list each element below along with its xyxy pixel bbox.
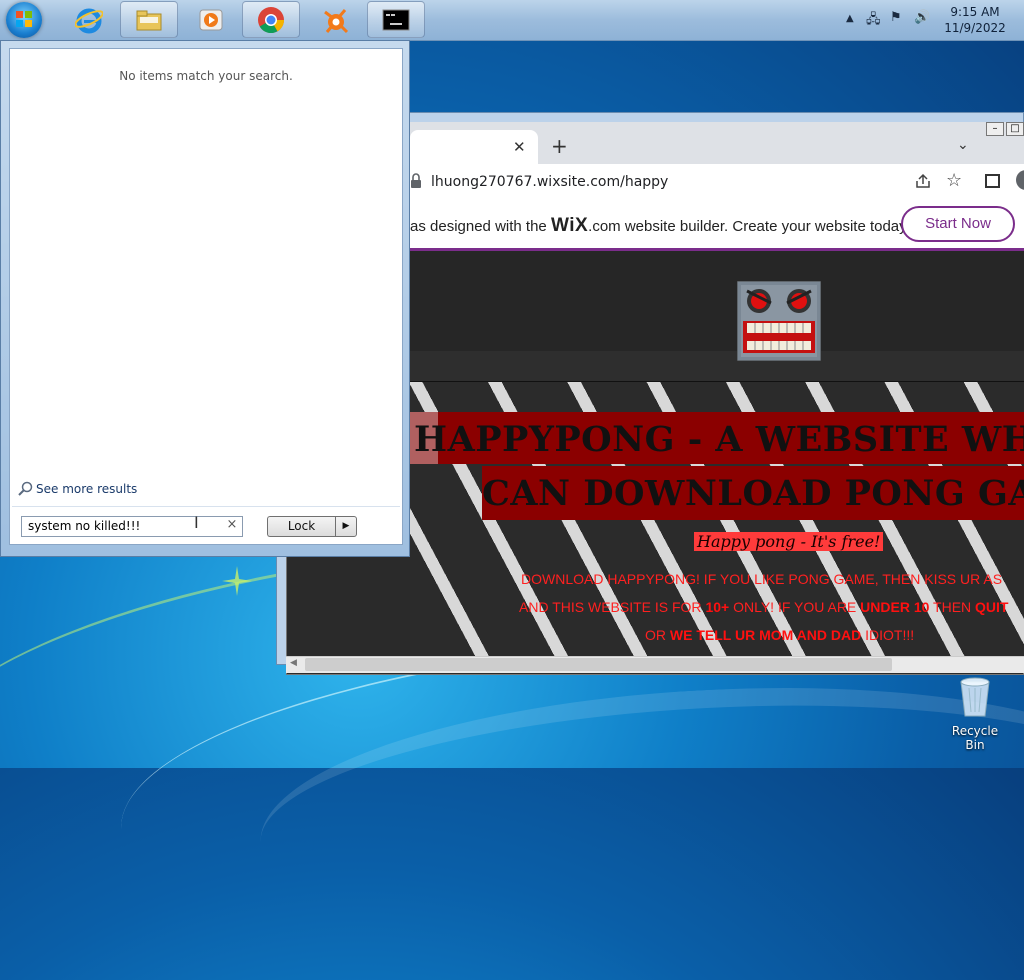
lock-icon[interactable] [410, 173, 422, 189]
site-title-line1: HAPPYPONG - A WEBSITE WHER [414, 419, 1024, 460]
start-menu: No items match your search. See more res… [0, 40, 410, 557]
recycle-bin-icon [960, 677, 990, 717]
maximize-icon[interactable]: □ [1006, 122, 1024, 136]
website-content: HAPPYPONG - A WEBSITE WHER CAN DOWNLOAD … [410, 251, 1024, 657]
share-icon[interactable] [914, 172, 932, 190]
shutdown-options-arrow-icon[interactable]: ▶ [335, 516, 357, 537]
text-cursor-icon: I [194, 513, 199, 532]
chrome-icon [258, 7, 285, 34]
folder-icon [136, 10, 162, 31]
wallpaper-sparkle [222, 566, 252, 596]
angry-face-image [737, 281, 821, 361]
site-text-line1: DOWNLOAD HAPPYPONG! IF YOU LIKE PONG GAM… [521, 571, 1003, 587]
start-now-button[interactable]: Start Now [901, 206, 1015, 242]
tab-close-icon[interactable]: ✕ [513, 138, 526, 156]
site-subtitle: Happy pong - It's free! [694, 532, 884, 551]
wix-banner-text: as designed with the WiX.com website bui… [410, 215, 910, 236]
system-tray: ▲ 🖧 ⚑ 🔊 [842, 10, 942, 30]
no-results-message: No items match your search. [119, 69, 293, 83]
wix-logo: WiX [550, 215, 589, 236]
tab-search-chevron-icon[interactable]: ⌄ [957, 137, 969, 153]
start-search-input[interactable]: system no killed!!! [21, 516, 243, 537]
scrollbar-thumb[interactable] [305, 658, 892, 671]
clear-search-icon[interactable]: × [225, 517, 239, 535]
taskbar-google-chrome[interactable] [242, 1, 300, 38]
lock-button[interactable]: Lock [267, 516, 335, 537]
avast-icon [324, 9, 349, 34]
windows-logo-icon [16, 11, 32, 27]
taskbar-file-explorer[interactable] [120, 1, 178, 38]
command-prompt-icon [382, 9, 410, 31]
internet-explorer-icon [75, 8, 103, 34]
scroll-left-arrow-icon[interactable]: ◀ [290, 658, 297, 668]
clock-time: 9:15 AM [950, 5, 1000, 19]
window-controls: – □ [986, 122, 1024, 138]
divider [12, 506, 400, 507]
recycle-bin-label: Recycle Bin [951, 724, 999, 752]
start-menu-results-pane: No items match your search. See more res… [9, 48, 403, 545]
site-text-line2: AND THIS WEBSITE IS FOR 10+ ONLY! IF YOU… [519, 599, 1009, 615]
taskbar-media-player[interactable] [182, 1, 240, 38]
new-tab-icon[interactable]: + [551, 134, 568, 158]
dark-ledge [410, 351, 1024, 382]
clock-date: 11/9/2022 [944, 21, 1006, 35]
taskbar-internet-explorer[interactable] [60, 1, 118, 38]
action-center-flag-icon[interactable]: ⚑ [890, 10, 902, 25]
site-text-line3: OR WE TELL UR MOM AND DAD IDIOT!!! [645, 627, 915, 643]
minimize-icon[interactable]: – [986, 122, 1004, 136]
site-title-line2: CAN DOWNLOAD PONG GAM [482, 473, 1024, 514]
bookmark-star-icon[interactable]: ☆ [946, 170, 962, 191]
taskbar-command-prompt[interactable] [367, 1, 425, 38]
media-player-icon [199, 9, 223, 31]
address-bar[interactable]: lhuong270767.wixsite.com/happy [431, 174, 668, 190]
taskbar-avast[interactable] [306, 1, 364, 38]
side-panel-icon[interactable] [985, 174, 1000, 188]
taskbar-clock[interactable]: 9:15 AM 11/9/2022 [940, 4, 1010, 36]
start-button[interactable] [6, 2, 42, 38]
recycle-bin[interactable]: Recycle Bin [944, 674, 1006, 752]
see-more-results-link[interactable]: See more results [36, 482, 137, 496]
show-hidden-icons-icon[interactable]: ▲ [846, 13, 854, 24]
volume-icon[interactable]: 🔊 [914, 10, 930, 25]
network-icon[interactable]: 🖧 [866, 10, 881, 32]
magnifier-icon [18, 481, 33, 496]
